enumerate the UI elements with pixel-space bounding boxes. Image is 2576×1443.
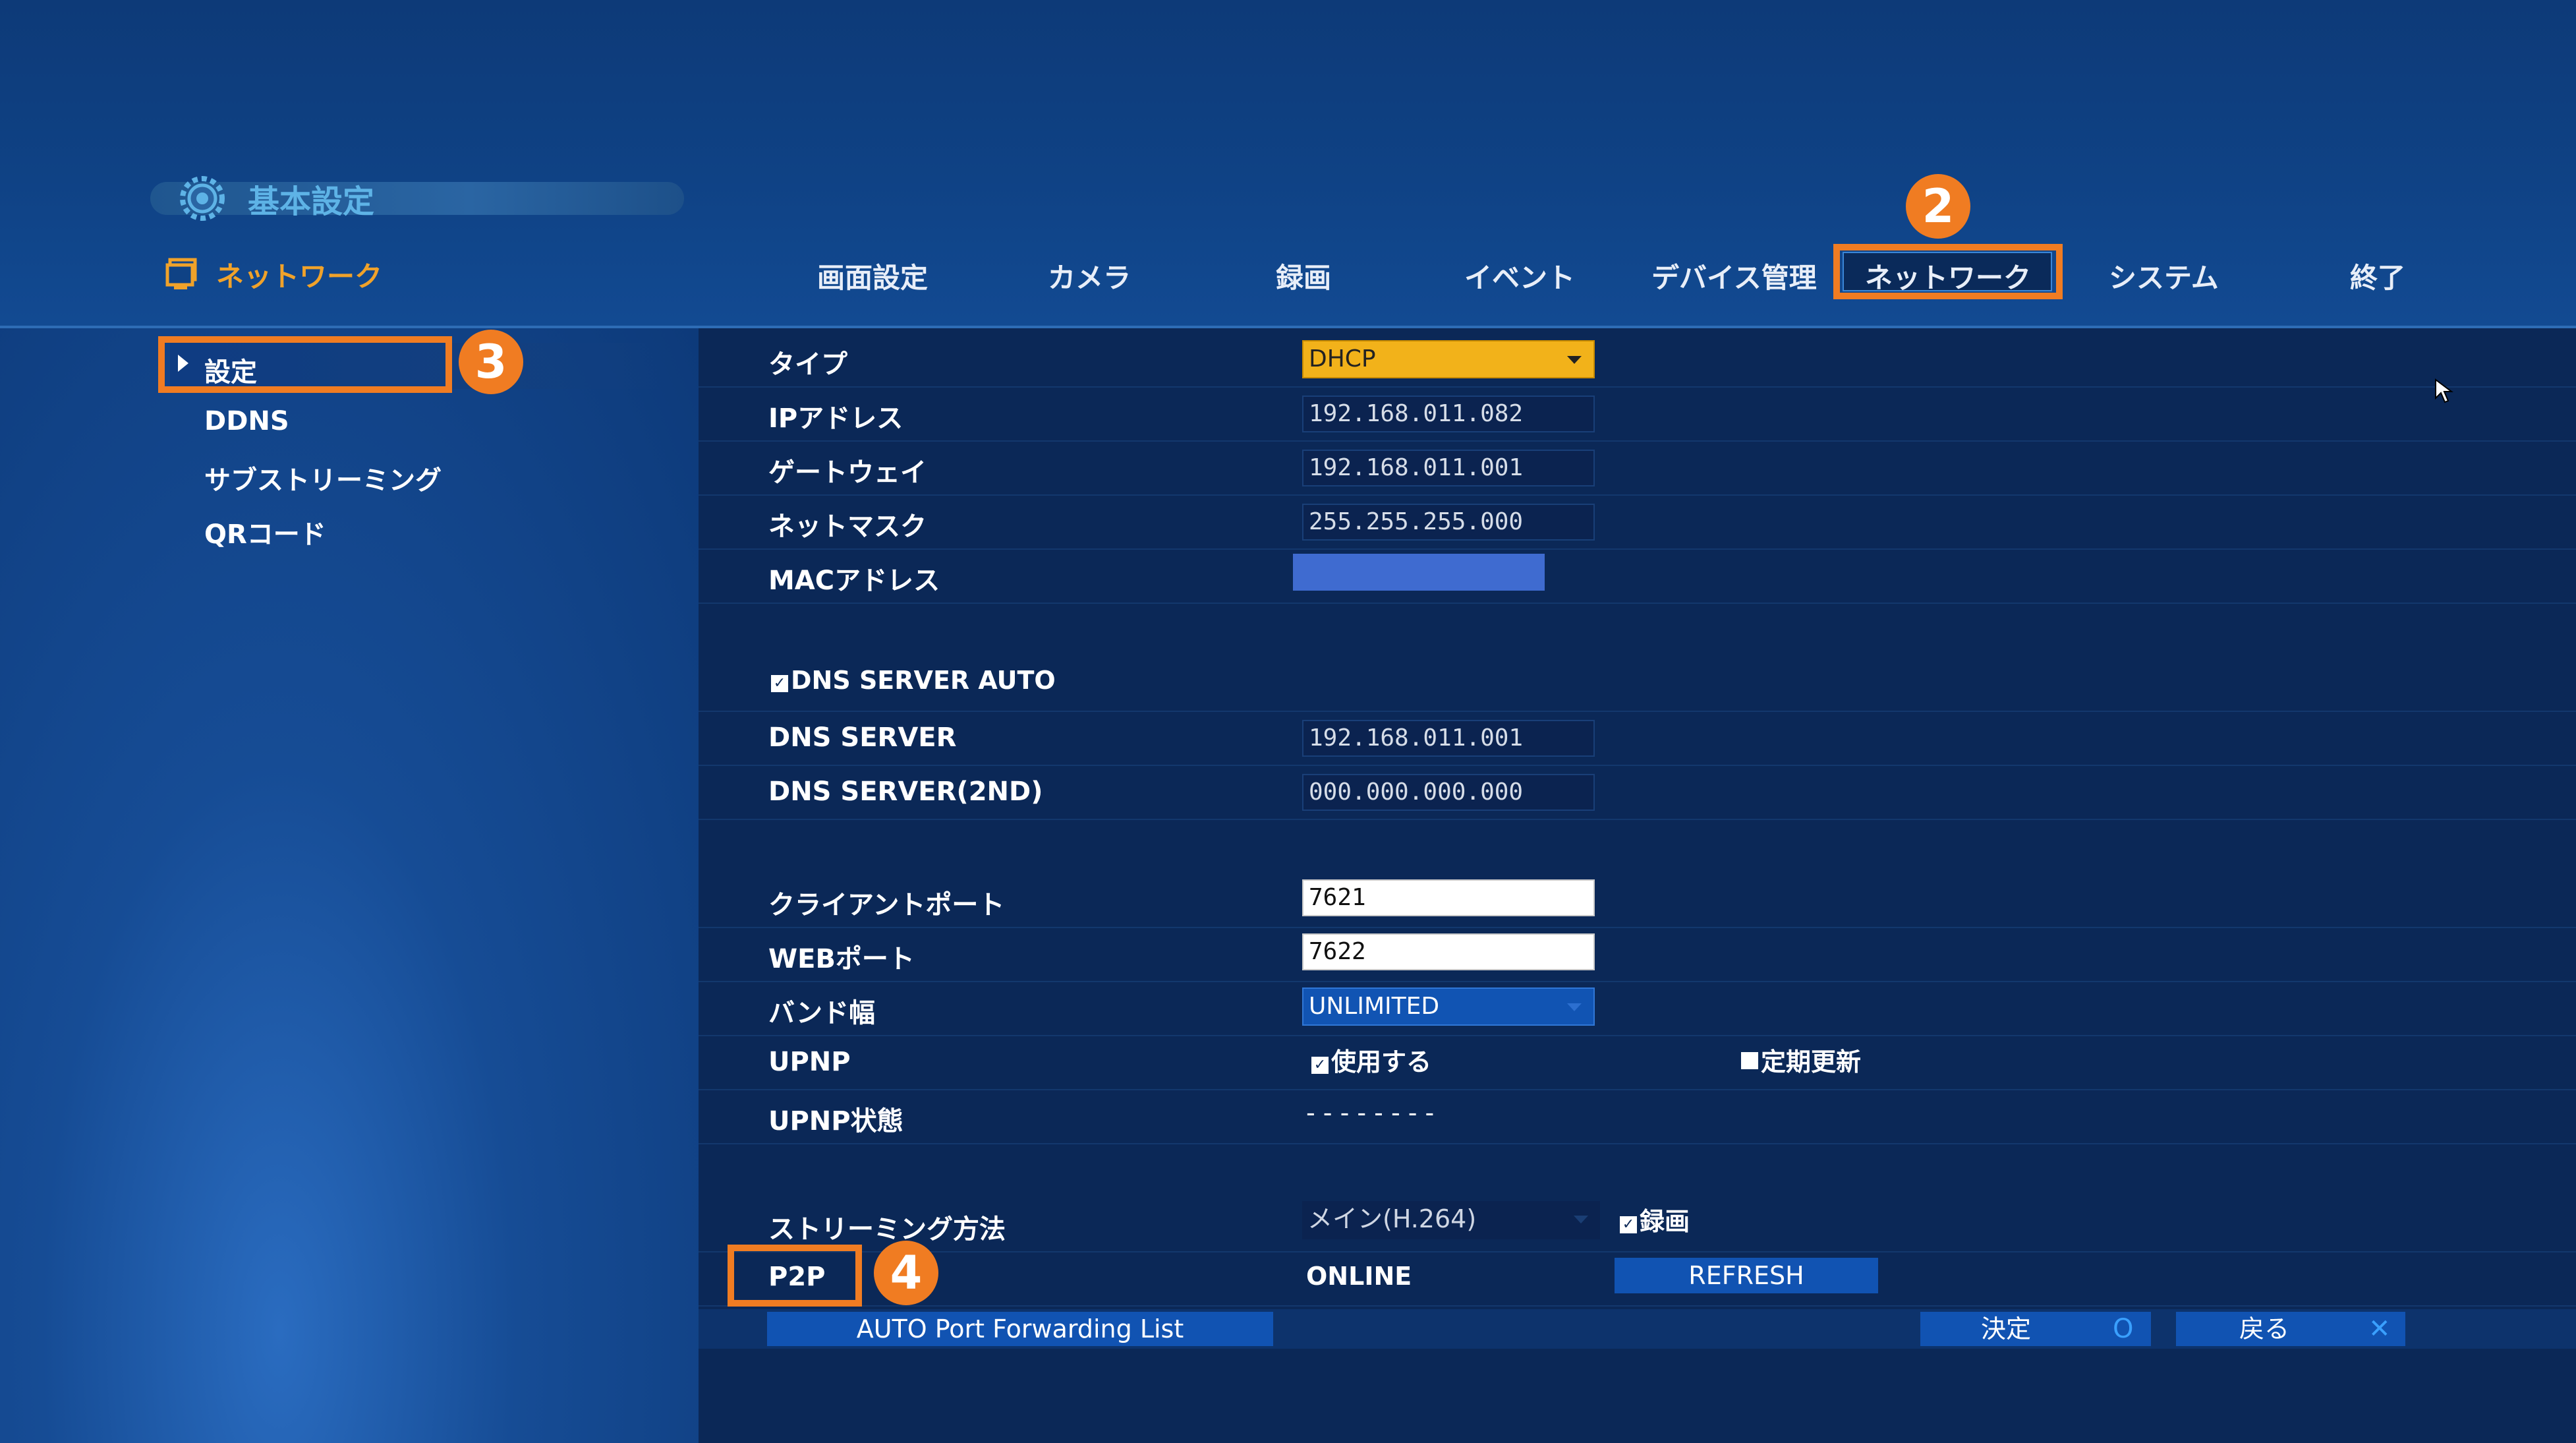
ok-button-label: 決定 [1980,1314,2031,1343]
gear-icon [177,173,228,224]
row-netmask [699,496,2576,550]
row-web-port [699,928,2576,982]
type-label: タイプ [768,349,847,380]
mouse-cursor-icon [2434,378,2455,407]
section-title: ネットワーク [216,260,383,293]
tab-system[interactable]: システム [2109,256,2219,296]
bandwidth-value: UNLIMITED [1309,993,1440,1020]
dns-auto-label: DNS SERVER AUTO [791,666,1056,695]
sidebar-item-ddns[interactable]: DDNS [204,406,289,436]
upnp-label: UPNP [768,1047,851,1077]
dns-field[interactable]: 192.168.011.001 [1302,720,1595,757]
row-gateway [699,442,2576,496]
streaming-value: メイン(H.264) [1307,1204,1477,1233]
row-upnp-status [699,1090,2576,1144]
dns2-field[interactable]: 000.000.000.000 [1302,774,1595,811]
netmask-field[interactable]: 255.255.255.000 [1302,504,1595,541]
row-bandwidth [699,982,2576,1036]
circle-icon: O [2113,1314,2134,1344]
auto-port-forwarding-list-button[interactable]: AUTO Port Forwarding List [767,1312,1273,1346]
p2p-highlight-frame [728,1245,862,1307]
annotation-badge-3: 3 [459,330,523,394]
chevron-down-icon [1567,356,1582,364]
sidebar-item-qrcode[interactable]: QRコード [204,513,326,551]
tab-event[interactable]: イベント [1464,256,1575,296]
mac-address-redacted [1293,554,1545,591]
tab-network-label: ネットワーク [1865,262,2032,294]
dns-label: DNS SERVER [768,722,957,753]
bandwidth-select[interactable]: UNLIMITED [1302,987,1595,1026]
checkbox-checked-icon: ✓ [1620,1216,1637,1233]
chevron-down-icon [1567,1003,1582,1011]
monitor-icon [165,256,200,291]
sidebar-item-settings[interactable]: 設定 [204,351,257,389]
type-select[interactable]: DHCP [1302,340,1595,378]
back-button-label: 戻る [2239,1314,2289,1343]
sidebar-highlight-frame [158,336,452,393]
upnp-use-checkbox[interactable]: ✓ 使用する [1311,1042,1431,1078]
tab-exit[interactable]: 終了 [2350,256,2405,296]
checkbox-checked-icon: ✓ [1311,1057,1329,1074]
title-pill [150,182,684,215]
bandwidth-label: バンド幅 [768,998,875,1028]
dns-auto-checkbox[interactable]: ✓ DNS SERVER AUTO [771,666,1056,695]
row-mac [699,550,2576,604]
streaming-select[interactable]: メイン(H.264) [1302,1201,1600,1239]
sidebar-item-substreaming[interactable]: サブストリーミング [204,459,442,497]
upnp-refresh-checkbox[interactable]: 定期更新 [1741,1042,1861,1078]
p2p-status: ONLINE [1306,1262,1412,1291]
upnp-refresh-label: 定期更新 [1761,1047,1862,1076]
netmask-label: ネットマスク [768,512,927,542]
cross-icon: ✕ [2368,1314,2391,1344]
dns2-label: DNS SERVER(2ND) [768,777,1043,807]
refresh-button[interactable]: REFRESH [1615,1258,1878,1293]
row-upnp [699,1036,2576,1090]
row-type [699,334,2576,388]
ip-label: IPアドレス [768,403,903,434]
annotation-badge-4: 4 [874,1241,938,1305]
tab-device-management[interactable]: デバイス管理 [1651,256,1817,296]
checkbox-checked-icon: ✓ [771,675,788,692]
record-label: 録画 [1640,1207,1690,1236]
client-port-label: クライアントポート [768,890,1005,920]
page-title: 基本設定 [248,183,375,220]
checkbox-unchecked-icon [1741,1052,1758,1069]
annotation-badge-2: 2 [1906,174,1970,239]
row-dns [699,712,2576,766]
web-port-input[interactable]: 7622 [1302,933,1595,970]
client-port-input[interactable]: 7621 [1302,879,1595,916]
upnp-status-value: - - - - - - - - [1306,1098,1435,1127]
web-port-label: WEBポート [768,944,915,974]
chevron-down-icon [1574,1216,1588,1223]
ip-field[interactable]: 192.168.011.082 [1302,396,1595,432]
tab-recording[interactable]: 録画 [1276,256,1331,296]
gateway-label: ゲートウェイ [768,457,927,488]
mac-label: MACアドレス [768,566,940,596]
type-value: DHCP [1309,345,1376,372]
tab-screen-settings[interactable]: 画面設定 [817,256,928,296]
streaming-label: ストリーミング方法 [768,1214,1006,1245]
upnp-status-label: UPNP状態 [768,1106,903,1136]
upnp-use-label: 使用する [1331,1047,1432,1076]
selected-arrow-icon [178,355,188,372]
record-checkbox[interactable]: ✓ 録画 [1620,1201,1690,1237]
gateway-field[interactable]: 192.168.011.001 [1302,450,1595,486]
tab-camera[interactable]: カメラ [1048,256,1131,296]
row-ip [699,388,2576,442]
